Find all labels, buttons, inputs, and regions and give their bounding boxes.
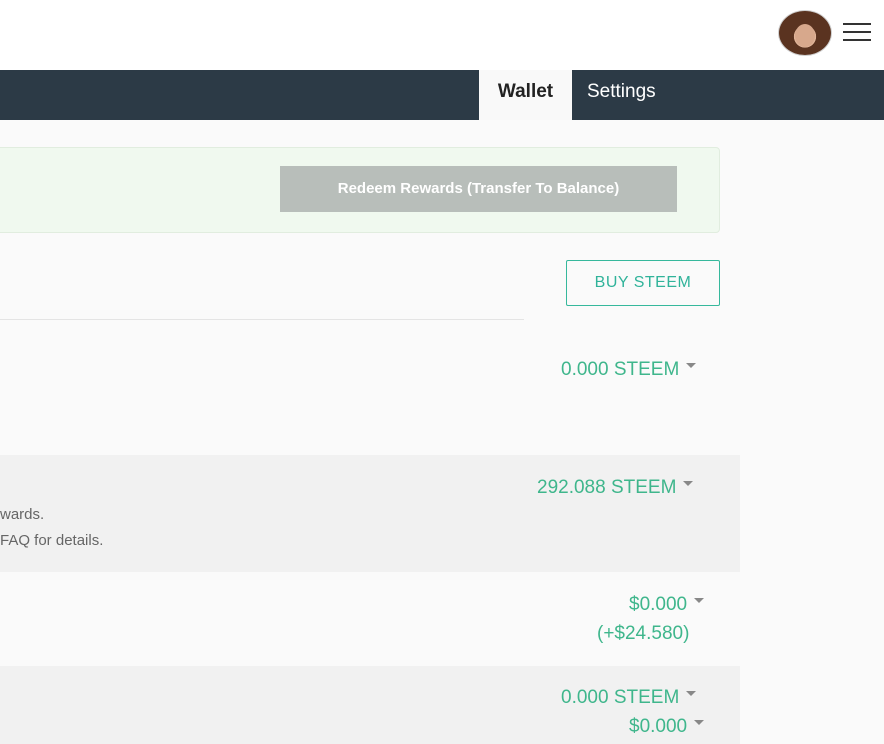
buy-steem-button[interactable]: BUY STEEM [566, 260, 720, 306]
savings-dollars-amount: $0.000 [629, 716, 688, 737]
savings-dollars-value[interactable]: $0.000 [629, 716, 705, 738]
steem-dollars-value[interactable]: $0.000 [629, 594, 705, 616]
tab-wallet[interactable]: Wallet [479, 70, 572, 120]
user-avatar[interactable] [779, 11, 831, 55]
top-header [0, 0, 884, 70]
balance-row-steem-dollars: $0.000 (+$24.580) [0, 572, 740, 666]
steem-power-amount: 292.088 STEEM [537, 477, 677, 498]
pending-amount: (+$24.580) [597, 623, 690, 644]
caret-down-icon [694, 598, 705, 604]
caret-down-icon [686, 691, 697, 697]
tab-settings[interactable]: Settings [587, 70, 656, 120]
nav-bar: Wallet Settings [0, 70, 884, 120]
steem-balance-amount: 0.000 STEEM [561, 359, 680, 380]
redeem-rewards-button[interactable]: Redeem Rewards (Transfer To Balance) [280, 166, 677, 212]
balance-row-savings: 0.000 STEEM $0.000 [0, 666, 740, 744]
caret-down-icon [694, 720, 705, 726]
savings-steem-amount: 0.000 STEEM [561, 687, 680, 708]
caret-down-icon [686, 363, 697, 369]
steem-power-description-line-2: FAQ for details. [0, 532, 104, 549]
balance-row-steem: 0.000 STEEM [0, 320, 740, 455]
balance-row-steem-power: 292.088 STEEM wards. FAQ for details. [0, 455, 740, 572]
steem-balance-value[interactable]: 0.000 STEEM [561, 359, 697, 381]
steem-power-value[interactable]: 292.088 STEEM [537, 477, 694, 499]
savings-steem-value[interactable]: 0.000 STEEM [561, 687, 697, 709]
steem-dollars-amount: $0.000 [629, 594, 688, 615]
steem-power-description-line-1: wards. [0, 506, 45, 523]
caret-down-icon [683, 481, 694, 487]
hamburger-menu-icon[interactable] [843, 21, 871, 43]
